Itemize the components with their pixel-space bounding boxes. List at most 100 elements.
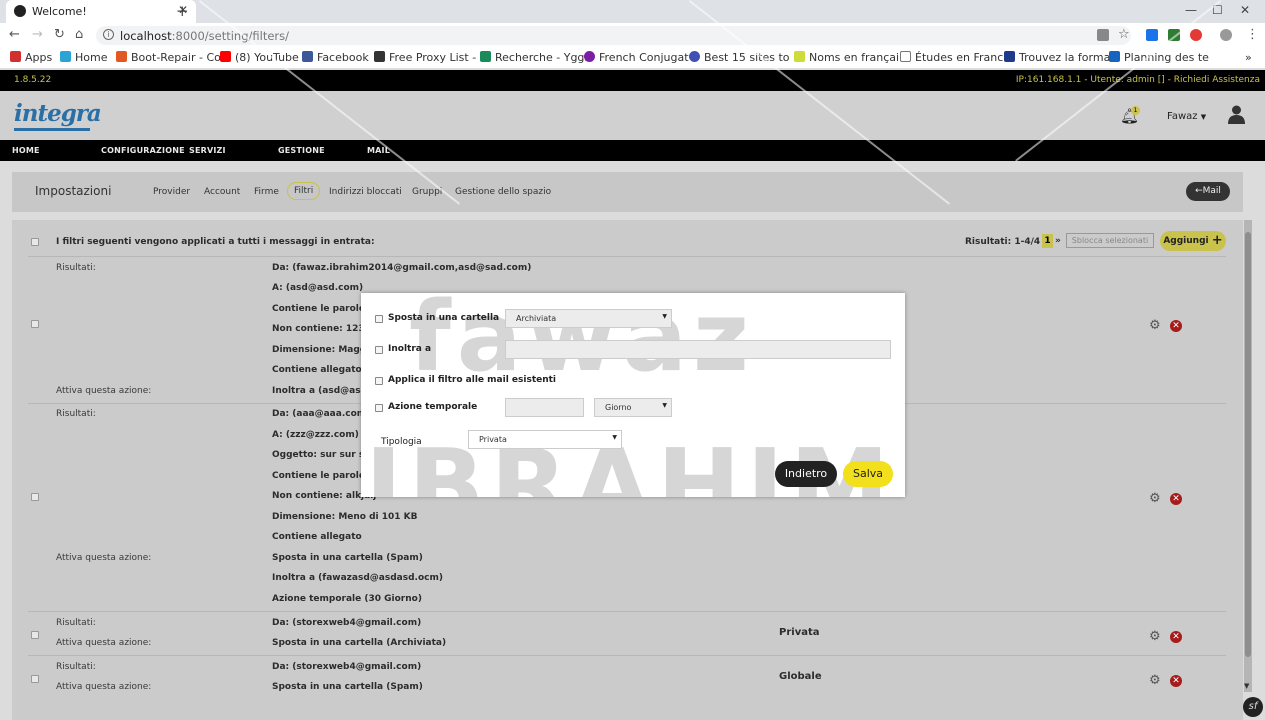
bookmarks-overflow[interactable]: » [1245, 51, 1252, 64]
plus-icon: + [1211, 233, 1223, 248]
notification-badge: 1 [1131, 106, 1140, 115]
page-current[interactable]: 1 [1042, 234, 1053, 248]
temporal-unit-select[interactable]: Giorno ▼ [594, 398, 672, 417]
translate-icon[interactable] [1097, 29, 1109, 41]
row-checkbox[interactable] [31, 320, 39, 328]
close-window-icon[interactable]: ✕ [1240, 3, 1250, 17]
select-all-checkbox[interactable] [31, 238, 39, 246]
scroll-down-icon[interactable]: ▼ [1244, 682, 1249, 690]
tab-filtri[interactable]: Filtri [287, 182, 321, 200]
nav-configurazione[interactable]: CONFIGURAZIONE [101, 146, 185, 155]
folder-select[interactable]: Archiviata ▼ [505, 309, 672, 328]
nav-home[interactable]: HOME [12, 146, 40, 155]
bookmark-favicon-icon [116, 51, 127, 62]
integra-logo[interactable]: integra [14, 100, 102, 127]
bookmark-star-icon[interactable]: ☆ [1118, 27, 1130, 42]
delete-icon[interactable]: ✕ [1170, 631, 1182, 643]
condition-attachment: Contiene allegato [272, 365, 362, 375]
scrollbar-thumb[interactable] [1245, 232, 1251, 657]
user-avatar-icon[interactable] [1227, 104, 1246, 124]
condition-from: Da: (storexweb4@gmail.com) [272, 662, 422, 672]
back-to-mail-button[interactable]: ←Mail [1186, 182, 1230, 201]
nav-gestione[interactable]: GESTIONE [278, 146, 325, 155]
user-menu[interactable]: Fawaz ▼ [1167, 111, 1206, 122]
row-checkbox[interactable] [31, 631, 39, 639]
bookmark-favicon-icon [794, 51, 805, 62]
row-results-label: Risultati: [56, 618, 96, 628]
gear-icon[interactable]: ⚙ [1149, 673, 1161, 688]
bookmark-french-conjugation[interactable]: French Conjugat [584, 51, 689, 64]
bookmark-noms[interactable]: Noms en françai [794, 51, 899, 64]
bookmark-youtube[interactable]: (8) YouTube [220, 51, 299, 64]
forward-icon[interactable]: → [32, 27, 43, 42]
bookmark-formation[interactable]: Trouvez la forma [1004, 51, 1110, 64]
gear-icon[interactable]: ⚙ [1149, 629, 1161, 644]
symfony-debug-icon[interactable]: sf [1243, 697, 1263, 717]
user-name: Fawaz [1167, 111, 1198, 122]
forward-to-input[interactable] [505, 340, 891, 359]
tab-firme[interactable]: Firme [249, 187, 284, 197]
tab-gestione-spazio[interactable]: Gestione dello spazio [450, 187, 556, 197]
delete-icon[interactable]: ✕ [1170, 320, 1182, 332]
bookmark-favicon-icon [689, 51, 700, 62]
chevron-down-icon: ▼ [662, 402, 667, 409]
tab-title: Welcome! [32, 5, 87, 18]
minimize-icon[interactable]: — [1185, 3, 1197, 17]
row-checkbox[interactable] [31, 493, 39, 501]
action-move: Sposta in una cartella (Spam) [272, 553, 423, 563]
move-to-folder-label: Sposta in una cartella [388, 313, 500, 323]
row-results-label: Risultati: [56, 662, 96, 672]
action-forward: Inoltra a (fawazasd@asdasd.ocm) [272, 573, 443, 583]
row-action-label: Attiva questa azione: [56, 553, 152, 563]
new-tab-icon[interactable]: + [176, 2, 189, 20]
gear-icon[interactable]: ⚙ [1149, 491, 1161, 506]
bookmark-home[interactable]: Home [60, 51, 107, 64]
page-icon [900, 51, 911, 62]
bookmark-best-sites[interactable]: Best 15 sites to l [689, 51, 796, 64]
profile-icon[interactable] [1220, 29, 1232, 41]
forward-to-checkbox[interactable] [375, 346, 383, 354]
type-select[interactable]: Privata ▼ [468, 430, 622, 449]
site-info-icon[interactable]: i [103, 29, 114, 40]
bookmark-favicon-icon [1004, 51, 1015, 62]
save-button[interactable]: Salva [843, 461, 893, 487]
home-icon[interactable]: ⌂ [75, 27, 83, 42]
row-checkbox[interactable] [31, 675, 39, 683]
filter-type: Privata [779, 627, 820, 638]
bookmark-free-proxy[interactable]: Free Proxy List - [374, 51, 476, 64]
bookmark-yggi[interactable]: Recherche - Yggi [480, 51, 587, 64]
delete-icon[interactable]: ✕ [1170, 493, 1182, 505]
temporal-action-checkbox[interactable] [375, 404, 383, 412]
bookmark-planning[interactable]: Planning des te [1109, 51, 1209, 64]
nav-servizi[interactable]: SERVIZI [189, 146, 226, 155]
row-action-label: Attiva questa azione: [56, 386, 152, 396]
reload-icon[interactable]: ↻ [54, 27, 65, 42]
delete-icon[interactable]: ✕ [1170, 675, 1182, 687]
condition-to: A: (asd@asd.com) [272, 283, 364, 293]
browser-tab[interactable]: Welcome! ✕ [6, 0, 196, 23]
unblock-selected-button[interactable]: Sblocca selezionati [1066, 233, 1154, 248]
bookmark-etudes[interactable]: Études en Franc [900, 51, 1003, 64]
browser-menu-icon[interactable]: ⋮ [1246, 27, 1259, 42]
add-filter-button[interactable]: Aggiungi + [1160, 231, 1226, 251]
tab-account[interactable]: Account [199, 187, 245, 197]
session-info[interactable]: IP:161.168.1.1 - Utente: admin [] - Rich… [1016, 75, 1260, 85]
bookmark-facebook[interactable]: Facebook [302, 51, 369, 64]
apply-existing-checkbox[interactable] [375, 377, 383, 385]
back-icon[interactable]: ← [9, 27, 20, 42]
gear-icon[interactable]: ⚙ [1149, 318, 1161, 333]
back-button[interactable]: Indietro [775, 461, 837, 487]
bookmark-apps[interactable]: Apps [10, 51, 52, 64]
bookmark-boot-repair[interactable]: Boot-Repair - Co [116, 51, 221, 64]
condition-subject: Oggetto: sur sur sur [272, 450, 376, 460]
move-to-folder-checkbox[interactable] [375, 315, 383, 323]
page-next[interactable]: » [1055, 236, 1061, 246]
tab-provider[interactable]: Provider [148, 187, 195, 197]
bookmark-favicon-icon [480, 51, 491, 62]
extension-cast-icon[interactable] [1146, 29, 1158, 41]
section-title: Impostazioni [35, 184, 112, 198]
results-count: Risultati: 1-4/4 « [965, 237, 1049, 247]
tab-indirizzi-bloccati[interactable]: Indirizzi bloccati [324, 187, 407, 197]
opera-extension-icon[interactable] [1190, 29, 1202, 41]
temporal-value-input[interactable] [505, 398, 584, 417]
